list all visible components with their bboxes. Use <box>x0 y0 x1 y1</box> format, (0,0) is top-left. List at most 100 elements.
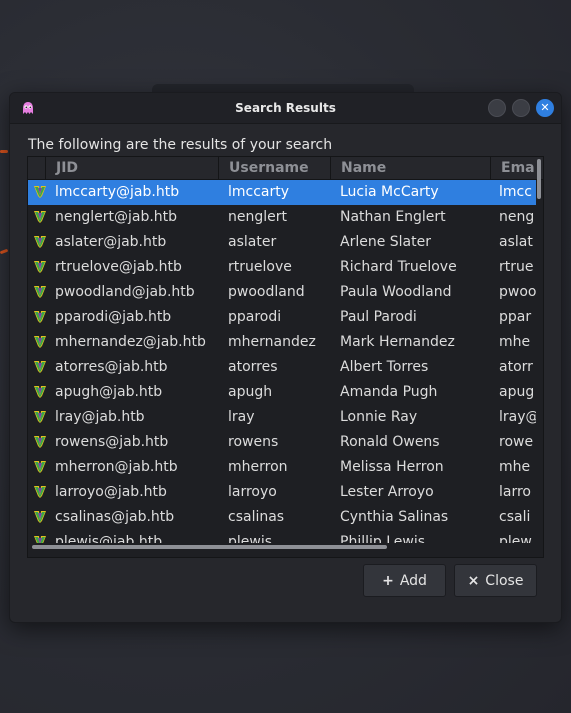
user-contact-icon <box>32 509 48 525</box>
username-cell: atorres <box>228 359 278 375</box>
name-cell: Richard Truelove <box>340 259 457 275</box>
name-cell: Amanda Pugh <box>340 384 438 400</box>
username-cell: rtruelove <box>228 259 292 275</box>
table-row[interactable]: apugh@jab.htb apugh Amanda Pugh apug <box>28 380 536 405</box>
email-cell: rtrue <box>499 259 534 275</box>
email-cell: plew <box>499 534 532 543</box>
table-row[interactable]: mhernandez@jab.htb mhernandez Mark Hernand… <box>28 330 536 355</box>
background-accent-stripe <box>0 248 9 255</box>
table-row[interactable]: pwoodland@jab.htb pwoodland Paula Woodland… <box>28 280 536 305</box>
window-close-button[interactable]: ✕ <box>536 99 554 117</box>
jid-cell: mherron@jab.htb <box>55 459 178 475</box>
jid-cell: plewis@jab.htb <box>55 534 163 543</box>
table-row[interactable]: rtruelove@jab.htb rtruelove Richard Truelo… <box>28 255 536 280</box>
add-button[interactable]: + Add <box>363 564 446 597</box>
username-cell: apugh <box>228 384 273 400</box>
user-contact-icon <box>32 334 48 350</box>
email-cell: larro <box>499 484 531 500</box>
table-row[interactable]: csalinas@jab.htb csalinas Cynthia Salinas c… <box>28 505 536 530</box>
name-cell: Lonnie Ray <box>340 409 418 425</box>
horizontal-scrollbar[interactable] <box>32 545 532 549</box>
email-cell: atorr <box>499 359 533 375</box>
table-row[interactable]: rowens@jab.htb rowens Ronald Owens rowe <box>28 430 536 455</box>
jid-cell: pparodi@jab.htb <box>55 309 172 325</box>
email-cell: ppar <box>499 309 532 325</box>
name-cell: Cynthia Salinas <box>340 509 449 525</box>
username-cell: csalinas <box>228 509 285 525</box>
jid-cell: rowens@jab.htb <box>55 434 169 450</box>
user-contact-icon <box>32 309 48 325</box>
jid-cell: lray@jab.htb <box>55 409 145 425</box>
user-contact-icon <box>32 184 48 200</box>
minimize-button[interactable] <box>488 99 506 117</box>
user-contact-icon <box>32 234 48 250</box>
username-cell: nenglert <box>228 209 287 225</box>
background-accent-stripe <box>0 150 8 153</box>
name-cell: Nathan Englert <box>340 209 446 225</box>
column-header-icon[interactable] <box>28 157 46 179</box>
close-icon: × <box>467 573 480 589</box>
table-row[interactable]: atorres@jab.htb atorres Albert Torres atorr <box>28 355 536 380</box>
jid-cell: pwoodland@jab.htb <box>55 284 195 300</box>
title-bar[interactable]: Search Results ✕ <box>10 93 561 124</box>
table-row[interactable]: pparodi@jab.htb pparodi Paul Parodi ppar <box>28 305 536 330</box>
username-cell: lray <box>228 409 255 425</box>
username-cell: plewis <box>228 534 273 543</box>
jid-cell: lmccarty@jab.htb <box>55 184 180 200</box>
table-row[interactable]: lmccarty@jab.htb lmccarty Lucia McCarty lmc… <box>28 180 536 205</box>
name-cell: Mark Hernandez <box>340 334 455 350</box>
user-contact-icon <box>32 384 48 400</box>
name-cell: Melissa Herron <box>340 459 444 475</box>
search-results-dialog: Search Results ✕ The following are the r… <box>9 92 562 623</box>
table-body: lmccarty@jab.htb lmccarty Lucia McCarty lmc… <box>28 180 536 543</box>
table-row[interactable]: mherron@jab.htb mherron Melissa Herron mhe <box>28 455 536 480</box>
username-cell: lmccarty <box>228 184 290 200</box>
username-cell: pwoodland <box>228 284 305 300</box>
email-cell: pwoo <box>499 284 536 300</box>
maximize-button[interactable] <box>512 99 530 117</box>
name-cell: Albert Torres <box>340 359 429 375</box>
user-contact-icon <box>32 359 48 375</box>
horizontal-scrollbar-thumb[interactable] <box>32 545 387 549</box>
column-header-name[interactable]: Name <box>331 157 491 179</box>
table-row[interactable]: larroyo@jab.htb larroyo Lester Arroyo larro <box>28 480 536 505</box>
username-cell: larroyo <box>228 484 277 500</box>
name-cell: Arlene Slater <box>340 234 431 250</box>
name-cell: Lester Arroyo <box>340 484 434 500</box>
add-button-label: Add <box>399 573 427 589</box>
username-cell: mhernandez <box>228 334 316 350</box>
email-cell: apug <box>499 384 535 400</box>
user-contact-icon <box>32 284 48 300</box>
email-cell: neng <box>499 209 535 225</box>
column-header-jid[interactable]: JID <box>46 157 219 179</box>
name-cell: Lucia McCarty <box>340 184 439 200</box>
username-cell: mherron <box>228 459 288 475</box>
table-row[interactable]: aslater@jab.htb aslater Arlene Slater aslat <box>28 230 536 255</box>
results-description: The following are the results of your se… <box>28 137 333 153</box>
close-button[interactable]: × Close <box>454 564 537 597</box>
username-cell: pparodi <box>228 309 282 325</box>
table-row[interactable]: lray@jab.htb lray Lonnie Ray lray@ <box>28 405 536 430</box>
user-contact-icon <box>32 409 48 425</box>
dialog-title: Search Results <box>235 101 336 115</box>
user-contact-icon <box>32 434 48 450</box>
jid-cell: csalinas@jab.htb <box>55 509 175 525</box>
email-cell: csali <box>499 509 531 525</box>
table-row[interactable]: plewis@jab.htb plewis Phillip Lewis plew <box>28 530 536 543</box>
jid-cell: nenglert@jab.htb <box>55 209 178 225</box>
column-header-username[interactable]: Username <box>219 157 331 179</box>
vertical-scrollbar-thumb[interactable] <box>537 159 541 199</box>
user-contact-icon <box>32 209 48 225</box>
username-cell: rowens <box>228 434 279 450</box>
jid-cell: atorres@jab.htb <box>55 359 168 375</box>
name-cell: Paula Woodland <box>340 284 452 300</box>
email-cell: lmcc <box>499 184 532 200</box>
vertical-scrollbar[interactable] <box>537 159 541 541</box>
plus-icon: + <box>382 573 394 589</box>
results-table: JID Username Name Ema lmccarty@jab.htb lm… <box>27 156 544 558</box>
user-contact-icon <box>32 484 48 500</box>
table-row[interactable]: nenglert@jab.htb nenglert Nathan Englert ne… <box>28 205 536 230</box>
close-button-label: Close <box>485 573 524 589</box>
email-cell: rowe <box>499 434 534 450</box>
jid-cell: larroyo@jab.htb <box>55 484 167 500</box>
